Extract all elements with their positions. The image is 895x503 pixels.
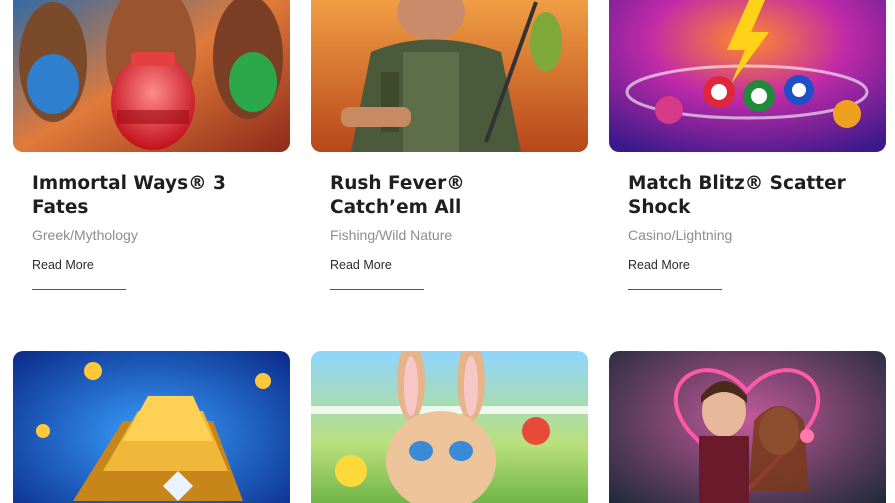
game-card-gold-bars bbox=[13, 351, 290, 503]
read-more-link[interactable]: Read More bbox=[628, 258, 690, 272]
bunny-farm-art bbox=[311, 351, 588, 503]
game-card-match-blitz: Match Blitz® Scatter Shock Casino/Lightn… bbox=[609, 0, 886, 300]
game-category: Greek/Mythology bbox=[32, 227, 138, 243]
game-title: Immortal Ways® 3 Fates bbox=[32, 173, 226, 218]
romance-couple-art bbox=[609, 351, 886, 503]
game-category: Casino/Lightning bbox=[628, 227, 733, 243]
game-thumbnail[interactable] bbox=[13, 351, 290, 503]
game-card-romance bbox=[609, 351, 886, 503]
game-card-bunny bbox=[311, 351, 588, 503]
game-card-immortal-ways: Immortal Ways® 3 Fates Greek/Mythology R… bbox=[13, 0, 290, 300]
game-thumbnail[interactable] bbox=[311, 351, 588, 503]
game-grid: Immortal Ways® 3 Fates Greek/Mythology R… bbox=[0, 0, 895, 503]
fisherman-art bbox=[311, 0, 588, 152]
game-thumbnail[interactable] bbox=[311, 0, 588, 152]
read-more-underline bbox=[32, 289, 126, 290]
game-card-rush-fever: Rush Fever® Catch’em All Fishing/Wild Na… bbox=[311, 0, 588, 300]
game-category: Fishing/Wild Nature bbox=[330, 227, 453, 243]
greek-goddesses-vases-art bbox=[13, 0, 290, 152]
game-title: Rush Fever® Catch’em All bbox=[330, 173, 465, 218]
read-more-underline bbox=[330, 289, 424, 290]
read-more-link[interactable]: Read More bbox=[32, 258, 94, 272]
game-thumbnail[interactable] bbox=[609, 0, 886, 152]
game-title: Match Blitz® Scatter Shock bbox=[628, 173, 846, 218]
game-thumbnail[interactable] bbox=[609, 351, 886, 503]
read-more-underline bbox=[628, 289, 722, 290]
read-more-link[interactable]: Read More bbox=[330, 258, 392, 272]
game-thumbnail[interactable] bbox=[13, 0, 290, 152]
gold-bars-diamonds-art bbox=[13, 351, 290, 503]
lightning-casino-chips-art bbox=[609, 0, 886, 152]
